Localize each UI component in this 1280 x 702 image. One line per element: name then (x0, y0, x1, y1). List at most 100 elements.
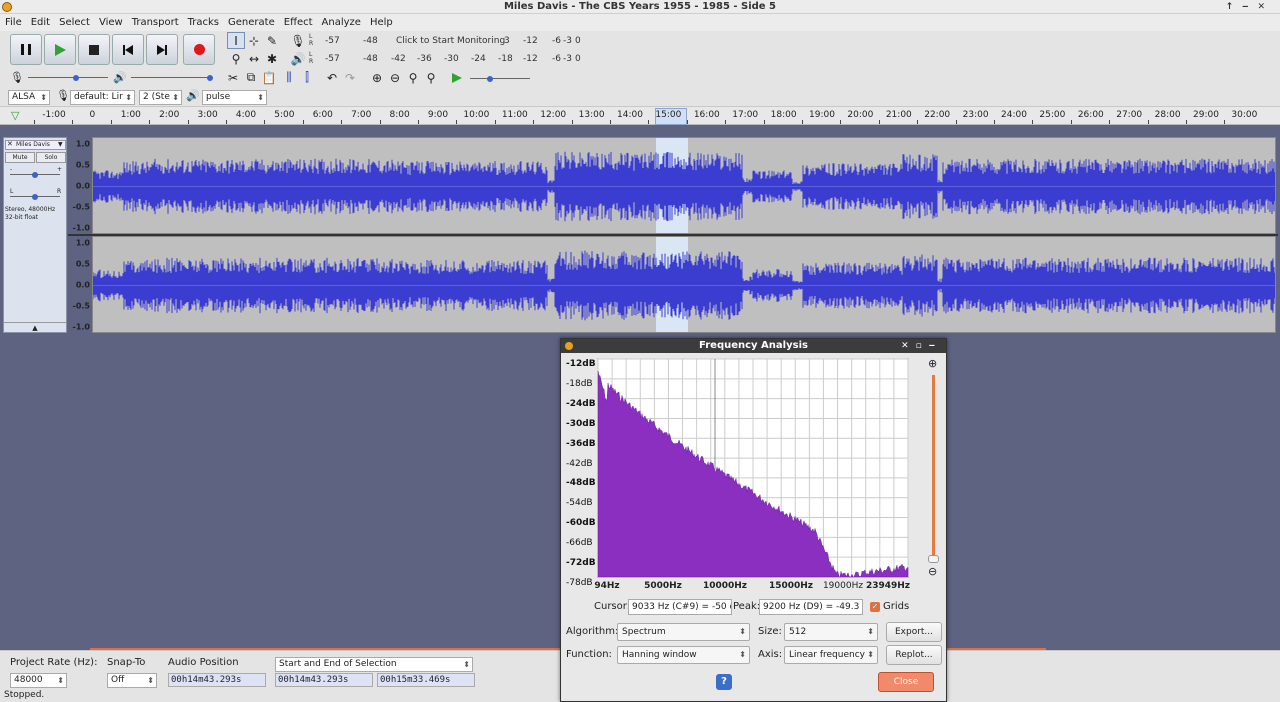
help-button[interactable]: ? (716, 674, 732, 690)
stop-button[interactable] (78, 34, 110, 65)
spectrum-plot[interactable]: -12dB -18dB -24dB -30dB -36dB -42dB -48dB -54dB… (563, 355, 923, 593)
paste-button[interactable]: 📋 (260, 69, 278, 86)
waveform-left-channel[interactable] (92, 137, 1276, 234)
project-rate-select[interactable]: 48000 (10, 673, 67, 688)
input-channels-select[interactable]: 2 (Ste (139, 90, 182, 105)
zoom-out-button[interactable]: ⊖ (386, 69, 404, 86)
double-arrow-icon: ↔ (248, 51, 260, 66)
peak-value-field[interactable]: 9200 Hz (D9) = -49.3 dB (759, 599, 863, 615)
skip-to-start-button[interactable] (112, 34, 144, 65)
record-meter[interactable]: L R -57 -48 Click to Start Monitoring 3 … (309, 34, 585, 47)
ruler-tick (533, 120, 535, 124)
grids-checkbox[interactable]: ✓ (870, 602, 880, 612)
ruler-tick (34, 120, 35, 124)
ruler-tick (72, 120, 74, 124)
ruler-tick (149, 120, 151, 124)
play-head-icon[interactable]: ▽ (11, 110, 19, 121)
timeline-ruler[interactable]: ▽ -1:00 0 1:00 2:00 3:00 4:00 5:00 6:00 7:00 8:00… (0, 107, 1280, 125)
cut-button[interactable]: ✂ (224, 69, 242, 86)
ruler-label: 9:00 (427, 110, 449, 120)
snap-to-select[interactable]: Off (107, 673, 157, 688)
zoom-tool-button[interactable]: ⚲ (227, 50, 245, 67)
window-controls[interactable]: ↑‒✕ (1226, 0, 1274, 14)
mute-button[interactable]: Mute (5, 152, 35, 163)
output-device-select[interactable]: pulse (202, 90, 267, 105)
x-axis-label: 10000Hz (702, 581, 748, 591)
vertical-scale-right: 1.0 0.5 0.0 -0.5 -1.0 (68, 236, 92, 332)
gain-slider[interactable] (10, 170, 60, 180)
menu-transport[interactable]: Transport (132, 17, 179, 28)
pan-slider[interactable] (10, 192, 60, 202)
timeshift-tool-button[interactable]: ↔ (245, 50, 263, 67)
playback-meter[interactable]: L R -57 -48 -42 -36 -30 -24 -18 -12 -6 -… (309, 52, 585, 65)
y-axis-label: -54dB (566, 498, 593, 509)
selection-start-time[interactable]: 00h14m43.293s (275, 673, 373, 687)
waveform-right-channel[interactable] (92, 236, 1276, 333)
ruler-tick (264, 120, 266, 124)
menu-tracks[interactable]: Tracks (188, 17, 219, 28)
play-at-speed-button[interactable] (448, 69, 466, 86)
click-to-monitor-label[interactable]: Click to Start Monitoring (396, 36, 505, 46)
record-meter-button[interactable]: 🎙 (289, 32, 307, 49)
pause-button[interactable] (10, 34, 42, 65)
menu-file[interactable]: File (5, 17, 22, 28)
draw-tool-button[interactable]: ✎ (263, 32, 281, 49)
playback-volume-slider[interactable] (131, 73, 213, 83)
selection-tool-button[interactable]: I (227, 32, 245, 49)
play-button[interactable] (44, 34, 76, 65)
dialog-window-controls[interactable]: ✕▫‒ (901, 339, 942, 353)
menu-select[interactable]: Select (59, 17, 90, 28)
function-select[interactable]: Hanning window (617, 646, 750, 664)
trim-audio-button[interactable]: ⫼ (280, 69, 298, 86)
zoom-out-icon[interactable]: ⊖ (928, 565, 937, 578)
solo-button[interactable]: Solo (36, 152, 66, 163)
axis-select[interactable]: Linear frequency (784, 646, 878, 664)
algorithm-select[interactable]: Spectrum (617, 623, 750, 641)
audio-position-time[interactable]: 00h14m43.293s (168, 673, 266, 687)
ruler-tick (686, 120, 688, 124)
close-track-icon[interactable]: ✕ (7, 140, 13, 148)
input-device-select[interactable]: default: Lir (70, 90, 135, 105)
menu-analyze[interactable]: Analyze (322, 17, 361, 28)
play-speed-slider[interactable] (470, 74, 530, 84)
selection-mode-select[interactable]: Start and End of Selection (275, 657, 473, 672)
vertical-zoom-slider[interactable]: ⊕ ⊖ (926, 357, 942, 579)
meter-tick: -18 (498, 53, 513, 64)
track-name-menu[interactable]: Miles Davis (5, 140, 66, 150)
size-select[interactable]: 512 (784, 623, 878, 641)
zoom-thumb[interactable] (928, 555, 939, 563)
redo-button[interactable]: ↷ (341, 69, 359, 86)
close-button[interactable]: Close (878, 672, 934, 692)
cursor-value-field[interactable]: 9033 Hz (C#9) = -50 dB (628, 599, 732, 615)
fit-project-button[interactable]: ⚲ (422, 69, 440, 86)
record-button[interactable] (183, 34, 215, 65)
zoom-in-button[interactable]: ⊕ (368, 69, 386, 86)
ruler-tick (187, 120, 189, 124)
selection-end-time[interactable]: 00h15m33.469s (377, 673, 475, 687)
menu-generate[interactable]: Generate (228, 17, 275, 28)
envelope-tool-button[interactable]: ⊹ (245, 32, 263, 49)
undo-button[interactable]: ↶ (323, 69, 341, 86)
meter-tick: 0 (575, 53, 581, 64)
ruler-tick (456, 120, 458, 124)
replot-button[interactable]: Replot... (886, 645, 942, 665)
zoom-in-icon[interactable]: ⊕ (928, 357, 937, 370)
fit-selection-button[interactable]: ⚲ (404, 69, 422, 86)
playback-meter-button[interactable]: 🔊 (289, 50, 307, 67)
record-icon (193, 44, 205, 55)
stop-icon (89, 44, 99, 55)
collapse-track-button[interactable]: ▲ (4, 322, 66, 332)
skip-to-end-button[interactable] (146, 34, 178, 65)
menu-view[interactable]: View (99, 17, 123, 28)
menu-effect[interactable]: Effect (284, 17, 313, 28)
copy-button[interactable]: ⧉ (242, 69, 260, 86)
menu-edit[interactable]: Edit (31, 17, 50, 28)
export-button[interactable]: Export... (886, 622, 942, 642)
menu-help[interactable]: Help (370, 17, 393, 28)
multi-tool-button[interactable]: ✱ (263, 50, 281, 67)
audio-host-select[interactable]: ALSA (8, 90, 50, 105)
recording-volume-slider[interactable] (28, 73, 108, 83)
track-menu-dropdown-icon[interactable]: ▼ (58, 141, 63, 148)
silence-audio-button[interactable]: ⫿ (298, 69, 316, 86)
ruler-tick (1032, 120, 1034, 124)
